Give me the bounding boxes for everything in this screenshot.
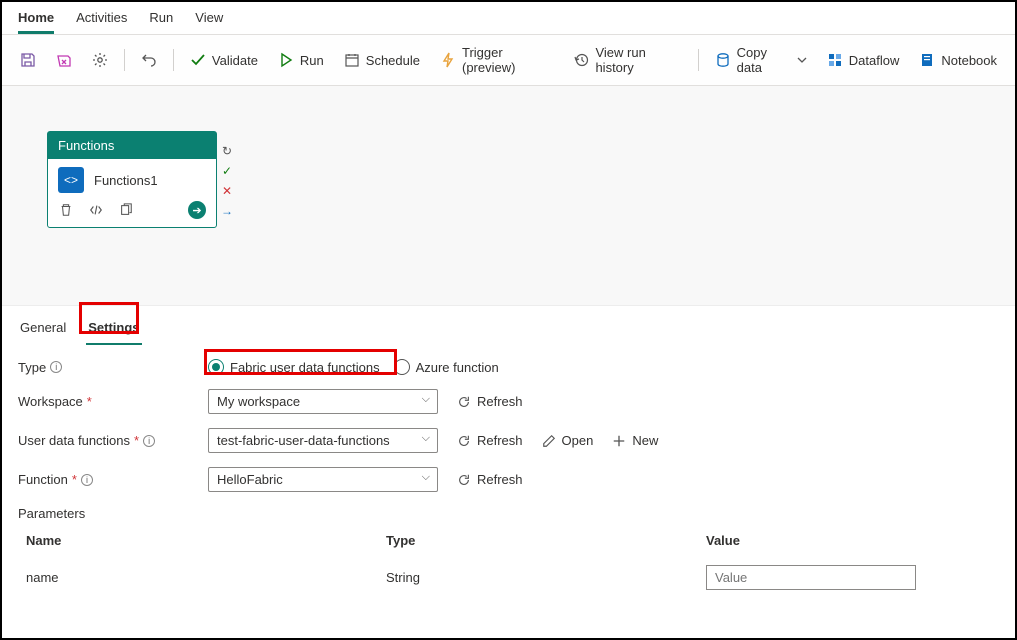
notebook-button[interactable]: Notebook [911, 48, 1005, 72]
port-success-icon[interactable]: ✓ [220, 164, 234, 178]
info-icon[interactable]: i [143, 435, 155, 447]
save-icon [20, 52, 36, 68]
port-skip-icon[interactable]: → [220, 204, 234, 218]
settings-form: Type i Fabric user data functions Azure … [2, 345, 1015, 614]
schedule-button[interactable]: Schedule [336, 48, 428, 72]
param-col-type: Type [386, 533, 706, 548]
topmenu-activities[interactable]: Activities [76, 6, 127, 34]
dataflow-icon [827, 52, 843, 68]
refresh-icon [456, 394, 472, 410]
undo-icon [141, 52, 157, 68]
toolbar-separator [173, 49, 174, 71]
udf-refresh[interactable]: Refresh [456, 433, 523, 449]
udf-label: User data functions* i [18, 433, 208, 448]
discard-icon [56, 52, 72, 68]
function-select[interactable]: HelloFabric [208, 467, 438, 492]
node-toolbar: ➔ [48, 197, 216, 227]
radio-fabric-udf[interactable]: Fabric user data functions [208, 359, 380, 375]
function-refresh[interactable]: Refresh [456, 472, 523, 488]
functions-icon: <> [58, 167, 84, 193]
type-label: Type i [18, 360, 208, 375]
topmenu-home[interactable]: Home [18, 6, 54, 34]
run-label: Run [300, 53, 324, 68]
undo-button[interactable] [133, 48, 165, 72]
arrow-run-icon[interactable]: ➔ [188, 201, 206, 219]
details-tabs: General Settings [2, 306, 1015, 345]
function-label: Function* i [18, 472, 208, 487]
run-button[interactable]: Run [270, 48, 332, 72]
tab-settings[interactable]: Settings [86, 316, 141, 345]
parameters-heading: Parameters [18, 506, 999, 521]
udf-new[interactable]: New [611, 433, 658, 449]
port-refresh-icon[interactable]: ↻ [220, 144, 234, 158]
toolbar-separator [124, 49, 125, 71]
topmenu-view[interactable]: View [195, 6, 223, 34]
info-icon[interactable]: i [50, 361, 62, 373]
copy-data-label: Copy data [737, 45, 791, 75]
history-label: View run history [595, 45, 681, 75]
tab-general[interactable]: General [18, 316, 68, 345]
radio-azure-label: Azure function [416, 360, 499, 375]
node-title: Functions1 [94, 173, 158, 188]
code-icon[interactable] [88, 202, 104, 218]
settings-gear-button[interactable] [84, 48, 116, 72]
trash-icon[interactable] [58, 202, 74, 218]
radio-azure-function[interactable]: Azure function [394, 359, 499, 375]
node-port-icons: ↻ ✓ ✕ → [220, 144, 234, 218]
notebook-icon [919, 52, 935, 68]
discard-button[interactable] [48, 48, 80, 72]
udf-select[interactable]: test-fabric-user-data-functions [208, 428, 438, 453]
gear-icon [92, 52, 108, 68]
top-menu: Home Activities Run View [2, 2, 1015, 35]
schedule-label: Schedule [366, 53, 420, 68]
dataflow-label: Dataflow [849, 53, 900, 68]
param-col-value: Value [706, 533, 991, 548]
workspace-refresh[interactable]: Refresh [456, 394, 523, 410]
port-fail-icon[interactable]: ✕ [220, 184, 234, 198]
history-button[interactable]: View run history [565, 41, 689, 79]
topmenu-run[interactable]: Run [149, 6, 173, 34]
validate-button[interactable]: Validate [182, 48, 266, 72]
node-header: Functions [48, 132, 216, 159]
type-radiogroup: Fabric user data functions Azure functio… [208, 359, 499, 375]
history-icon [573, 52, 589, 68]
radio-fabric-label: Fabric user data functions [230, 360, 380, 375]
copy-icon[interactable] [118, 202, 134, 218]
info-icon[interactable]: i [81, 474, 93, 486]
toolbar-separator [698, 49, 699, 71]
parameter-row: name String [18, 555, 999, 600]
param-name: name [26, 570, 386, 585]
refresh-icon [456, 472, 472, 488]
activity-node-functions[interactable]: Functions <> Functions1 ➔ [47, 131, 217, 228]
copy-data-icon [715, 52, 731, 68]
save-button[interactable] [12, 48, 44, 72]
refresh-icon [456, 433, 472, 449]
param-type: String [386, 570, 706, 585]
validate-label: Validate [212, 53, 258, 68]
radio-indicator [208, 359, 224, 375]
copy-data-button[interactable]: Copy data [707, 41, 815, 79]
dataflow-button[interactable]: Dataflow [819, 48, 908, 72]
play-icon [278, 52, 294, 68]
notebook-label: Notebook [941, 53, 997, 68]
param-col-name: Name [26, 533, 386, 548]
chevron-down-icon [797, 52, 807, 68]
pencil-icon [541, 433, 557, 449]
trigger-label: Trigger (preview) [462, 45, 553, 75]
workspace-select[interactable]: My workspace [208, 389, 438, 414]
param-value-input[interactable] [706, 565, 916, 590]
trigger-button[interactable]: Trigger (preview) [432, 41, 561, 79]
pipeline-canvas[interactable]: Functions <> Functions1 ➔ ↻ ✓ ✕ → [2, 86, 1015, 306]
workspace-label: Workspace* [18, 394, 208, 409]
check-icon [190, 52, 206, 68]
calendar-icon [344, 52, 360, 68]
parameters-header: Name Type Value [18, 527, 999, 555]
radio-indicator [394, 359, 410, 375]
bolt-icon [440, 52, 456, 68]
toolbar: Validate Run Schedule Trigger (preview) … [2, 35, 1015, 86]
plus-icon [611, 433, 627, 449]
udf-open[interactable]: Open [541, 433, 594, 449]
